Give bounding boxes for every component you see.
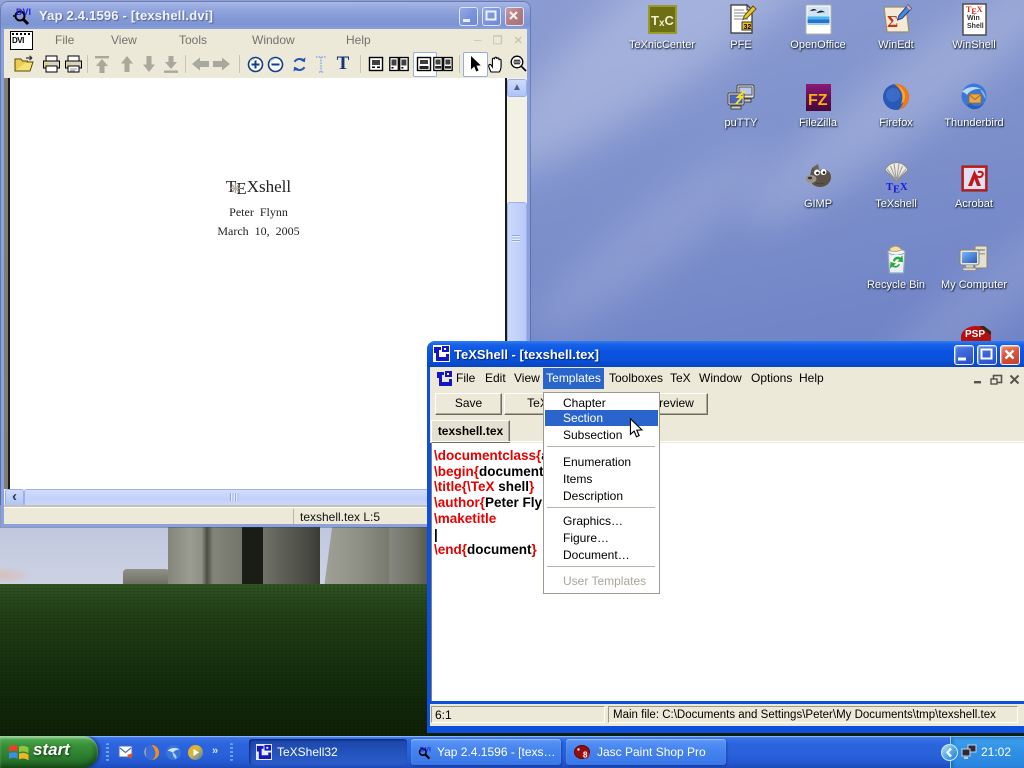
- svg-text:Shell: Shell: [967, 23, 984, 30]
- svg-text:Σ: Σ: [887, 12, 898, 31]
- svg-text:TEX: TEX: [886, 182, 908, 195]
- svg-text:DVI: DVI: [16, 7, 31, 17]
- svg-text:8: 8: [583, 751, 588, 760]
- svg-text:DVI: DVI: [420, 746, 431, 753]
- svg-text:Win: Win: [967, 15, 980, 22]
- svg-text:32: 32: [743, 24, 751, 31]
- svg-text:FZ: FZ: [808, 92, 828, 109]
